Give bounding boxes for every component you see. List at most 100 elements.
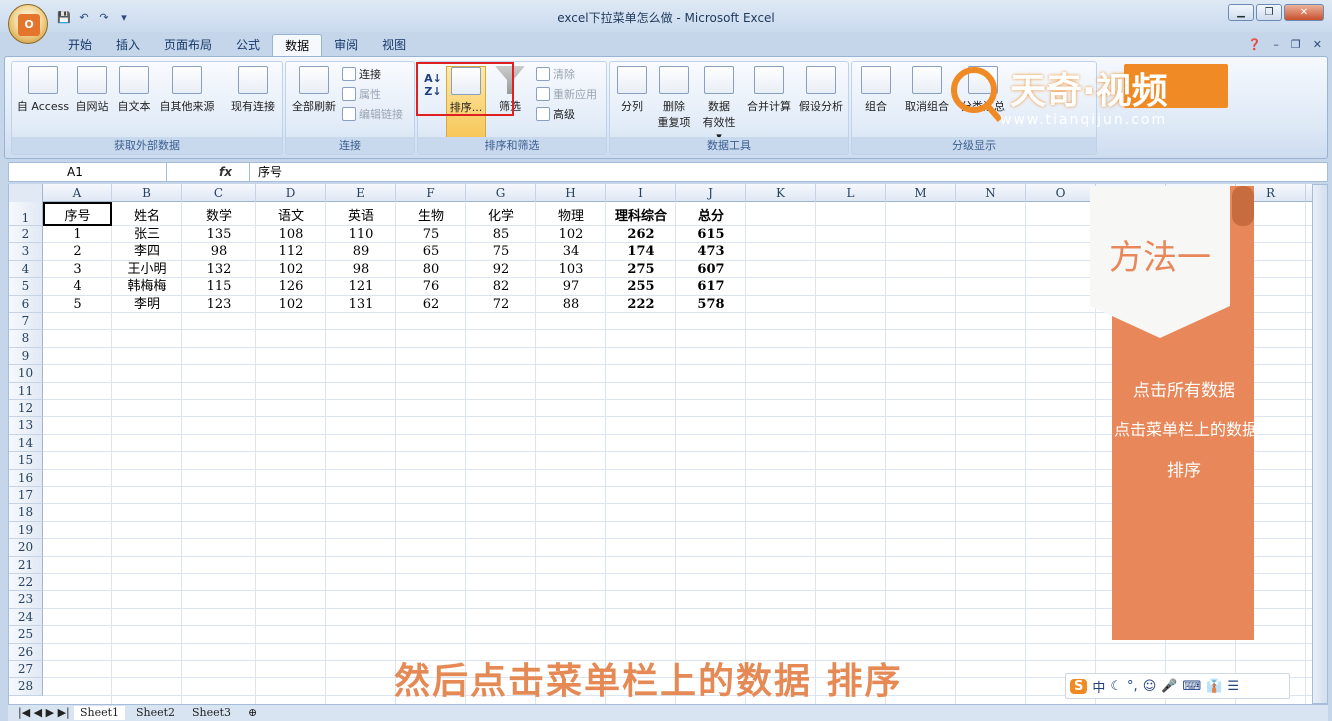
cell-f5[interactable]: 76: [396, 278, 466, 295]
column-header-m[interactable]: M: [886, 184, 956, 202]
row-header-23[interactable]: 23: [9, 591, 43, 609]
reapply-button[interactable]: 重新应用: [536, 86, 597, 102]
row-header-28[interactable]: 28: [9, 678, 43, 696]
cell-j4[interactable]: 607: [676, 261, 746, 278]
emoji-icon[interactable]: ☺: [1143, 679, 1157, 694]
row-header-20[interactable]: 20: [9, 539, 43, 557]
row-header-5[interactable]: 5: [9, 278, 43, 296]
tab-data[interactable]: 数据: [272, 34, 323, 56]
cell-h5[interactable]: 97: [536, 278, 606, 295]
row-header-1[interactable]: 1: [9, 202, 43, 226]
row-header-3[interactable]: 3: [9, 243, 43, 261]
row-header-26[interactable]: 26: [9, 643, 43, 661]
cell-i3[interactable]: 174: [606, 243, 676, 260]
row-header-12[interactable]: 12: [9, 400, 43, 418]
cell-e6[interactable]: 131: [326, 296, 396, 313]
from-text-button[interactable]: 自文本: [114, 66, 154, 114]
cell-h6[interactable]: 88: [536, 296, 606, 313]
row-header-27[interactable]: 27: [9, 661, 43, 679]
cell-d4[interactable]: 102: [256, 261, 326, 278]
cell-j6[interactable]: 578: [676, 296, 746, 313]
row-header-17[interactable]: 17: [9, 487, 43, 505]
remove-duplicates-button[interactable]: 删除 重复项: [654, 66, 694, 130]
vertical-scrollbar[interactable]: [1312, 184, 1328, 704]
sheet-tab-1[interactable]: Sheet1: [74, 706, 126, 720]
column-header-f[interactable]: F: [396, 184, 466, 202]
row-header-11[interactable]: 11: [9, 382, 43, 400]
column-header-o[interactable]: O: [1026, 184, 1096, 202]
row-header-2[interactable]: 2: [9, 226, 43, 244]
column-header-l[interactable]: L: [816, 184, 886, 202]
cell-c1[interactable]: 数学: [182, 202, 256, 226]
fx-icon[interactable]: fx: [219, 163, 232, 181]
cell-b5[interactable]: 韩梅梅: [112, 278, 182, 295]
row-header-19[interactable]: 19: [9, 521, 43, 540]
cell-h3[interactable]: 34: [536, 243, 606, 260]
tab-insert[interactable]: 插入: [104, 34, 152, 56]
tab-view[interactable]: 视图: [370, 34, 418, 56]
tab-home[interactable]: 开始: [56, 34, 104, 56]
clear-button[interactable]: 清除: [536, 66, 575, 82]
existing-connections-button[interactable]: 现有连接: [226, 66, 280, 114]
restore-button[interactable]: ❐: [1256, 4, 1282, 21]
chinese-mode-icon[interactable]: 中: [1092, 677, 1105, 696]
column-header-c[interactable]: C: [182, 184, 256, 202]
row-header-4[interactable]: 4: [9, 260, 43, 279]
microphone-icon[interactable]: 🎤: [1161, 679, 1177, 694]
cell-g4[interactable]: 92: [466, 261, 536, 278]
properties-button[interactable]: 属性: [342, 86, 381, 102]
cell-c5[interactable]: 115: [182, 278, 256, 295]
cell-f1[interactable]: 生物: [396, 202, 466, 226]
cell-d5[interactable]: 126: [256, 278, 326, 295]
data-validation-button[interactable]: 数据有效性 ▾: [698, 66, 740, 143]
tab-page-layout[interactable]: 页面布局: [152, 34, 224, 56]
advanced-button[interactable]: 高级: [536, 106, 575, 122]
cell-a3[interactable]: 2: [43, 243, 112, 260]
column-header-j[interactable]: J: [676, 184, 746, 202]
select-all-corner[interactable]: [9, 184, 43, 202]
column-header-k[interactable]: K: [746, 184, 816, 202]
cell-a4[interactable]: 3: [43, 261, 112, 278]
sheet-nav-icon[interactable]: |◀ ◀ ▶ ▶|: [12, 706, 76, 720]
minimize-button[interactable]: ▁: [1228, 4, 1254, 21]
cell-i6[interactable]: 222: [606, 296, 676, 313]
consolidate-button[interactable]: 合并计算: [744, 66, 794, 114]
column-header-n[interactable]: N: [956, 184, 1026, 202]
from-web-button[interactable]: 自网站: [72, 66, 112, 114]
row-header-7[interactable]: 7: [9, 313, 43, 331]
cell-j3[interactable]: 473: [676, 243, 746, 260]
row-header-25[interactable]: 25: [9, 626, 43, 644]
row-header-10[interactable]: 10: [9, 365, 43, 383]
cell-a6[interactable]: 5: [43, 296, 112, 313]
cell-c6[interactable]: 123: [182, 296, 256, 313]
cell-a2[interactable]: 1: [43, 226, 112, 243]
keyboard-icon[interactable]: ⌨: [1182, 679, 1201, 694]
cell-d6[interactable]: 102: [256, 296, 326, 313]
cell-i2[interactable]: 262: [606, 226, 676, 243]
column-header-b[interactable]: B: [112, 184, 182, 202]
column-header-a[interactable]: A: [43, 184, 112, 202]
cell-j5[interactable]: 617: [676, 278, 746, 295]
cell-d3[interactable]: 112: [256, 243, 326, 260]
ribbon-close-icon[interactable]: ✕: [1313, 38, 1322, 51]
row-header-14[interactable]: 14: [9, 434, 43, 453]
column-header-i[interactable]: I: [606, 184, 676, 202]
cell-g5[interactable]: 82: [466, 278, 536, 295]
cell-h4[interactable]: 103: [536, 261, 606, 278]
group-button[interactable]: 组合: [856, 66, 896, 114]
what-if-analysis-button[interactable]: 假设分析: [796, 66, 846, 114]
row-header-15[interactable]: 15: [9, 452, 43, 470]
row-header-18[interactable]: 18: [9, 504, 43, 522]
row-header-13[interactable]: 13: [9, 417, 43, 435]
cell-f2[interactable]: 75: [396, 226, 466, 243]
cell-g6[interactable]: 72: [466, 296, 536, 313]
refresh-all-button[interactable]: 全部刷新: [288, 66, 340, 114]
cell-c3[interactable]: 98: [182, 243, 256, 260]
cell-i4[interactable]: 275: [606, 261, 676, 278]
ime-toolbar[interactable]: S 中 ☾ °, ☺ 🎤 ⌨ 👔 ☰: [1065, 673, 1290, 699]
row-header-16[interactable]: 16: [9, 469, 43, 487]
cell-f6[interactable]: 62: [396, 296, 466, 313]
row-header-9[interactable]: 9: [9, 347, 43, 366]
cell-j1[interactable]: 总分: [676, 202, 746, 226]
row-header-8[interactable]: 8: [9, 330, 43, 348]
